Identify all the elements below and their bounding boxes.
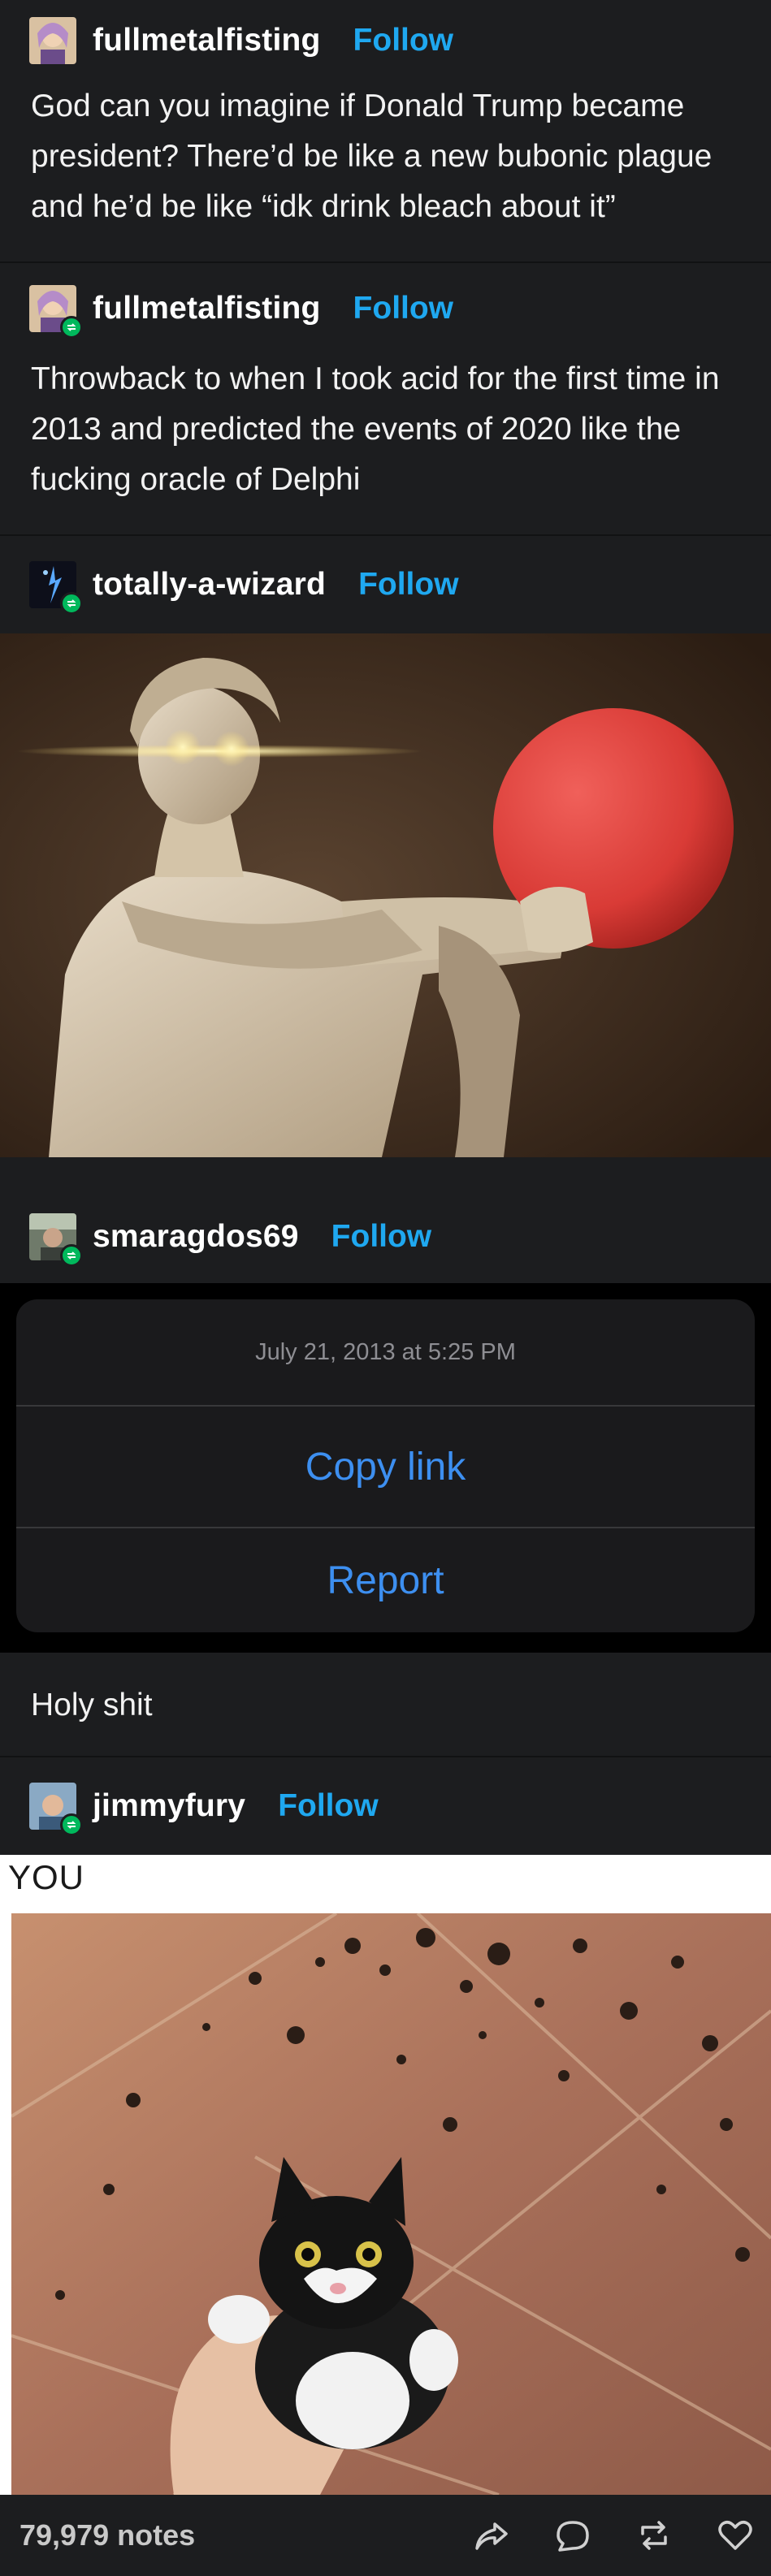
post-4-text-block: Holy shit (0, 1653, 771, 1758)
reblog-icon (60, 316, 83, 339)
avatar[interactable] (29, 1212, 83, 1267)
username[interactable]: fullmetalfisting (93, 291, 321, 326)
avatar[interactable] (29, 285, 83, 339)
username[interactable]: jimmyfury (93, 1788, 245, 1824)
reblog-icon (60, 1813, 83, 1836)
reblog-icon (60, 592, 83, 615)
post-header: smaragdos69 Follow (0, 1190, 771, 1283)
post-actions (472, 2516, 755, 2555)
ios-sheet-screenshot: July 21, 2013 at 5:25 PM Copy link Repor… (0, 1283, 771, 1653)
follow-button[interactable]: Follow (353, 23, 453, 58)
post-4: smaragdos69 Follow (0, 1190, 771, 1283)
post-1: fullmetalfisting Follow God can you imag… (0, 0, 771, 261)
post-text: God can you imagine if Donald Trump beca… (31, 89, 713, 224)
notes-count[interactable]: 79,979 notes (19, 2518, 195, 2552)
follow-button[interactable]: Follow (331, 1219, 431, 1255)
avatar[interactable] (29, 561, 83, 615)
post-5: jimmyfury Follow (0, 1757, 771, 1855)
username[interactable]: smaragdos69 (93, 1219, 299, 1255)
post-3: totally-a-wizard Follow (0, 536, 771, 633)
post-header: totally-a-wizard Follow (0, 536, 771, 633)
report-button[interactable]: Report (16, 1528, 755, 1632)
action-sheet: July 21, 2013 at 5:25 PM Copy link Repor… (16, 1299, 755, 1632)
post-header: fullmetalfisting Follow (0, 263, 771, 354)
reblog-icon[interactable] (635, 2516, 674, 2555)
username[interactable]: fullmetalfisting (93, 23, 321, 58)
notes-bar: 79,979 notes (0, 2495, 771, 2576)
post-text: Holy shit (31, 1688, 153, 1722)
cat-meme-image: YOU (0, 1855, 771, 2495)
sheet-timestamp: July 21, 2013 at 5:25 PM (255, 1338, 516, 1365)
like-heart-icon[interactable] (716, 2516, 755, 2555)
meme-caption: YOU (8, 1858, 85, 1896)
share-icon[interactable] (472, 2516, 511, 2555)
follow-button[interactable]: Follow (358, 567, 458, 603)
post-header: jimmyfury Follow (0, 1757, 771, 1855)
post-2: fullmetalfisting Follow Throwback to whe… (0, 263, 771, 534)
avatar[interactable] (29, 1783, 83, 1836)
post-text: Throwback to when I took acid for the fi… (31, 361, 720, 497)
follow-button[interactable]: Follow (278, 1788, 378, 1824)
post-header: fullmetalfisting Follow (0, 0, 771, 81)
reblog-icon (60, 1243, 83, 1267)
avatar[interactable] (29, 17, 76, 64)
reply-icon[interactable] (553, 2516, 592, 2555)
statue-dodgeball-image (0, 633, 771, 1157)
username[interactable]: totally-a-wizard (93, 567, 326, 603)
copy-link-button[interactable]: Copy link (16, 1407, 755, 1527)
divider (0, 1157, 771, 1190)
follow-button[interactable]: Follow (353, 291, 453, 326)
